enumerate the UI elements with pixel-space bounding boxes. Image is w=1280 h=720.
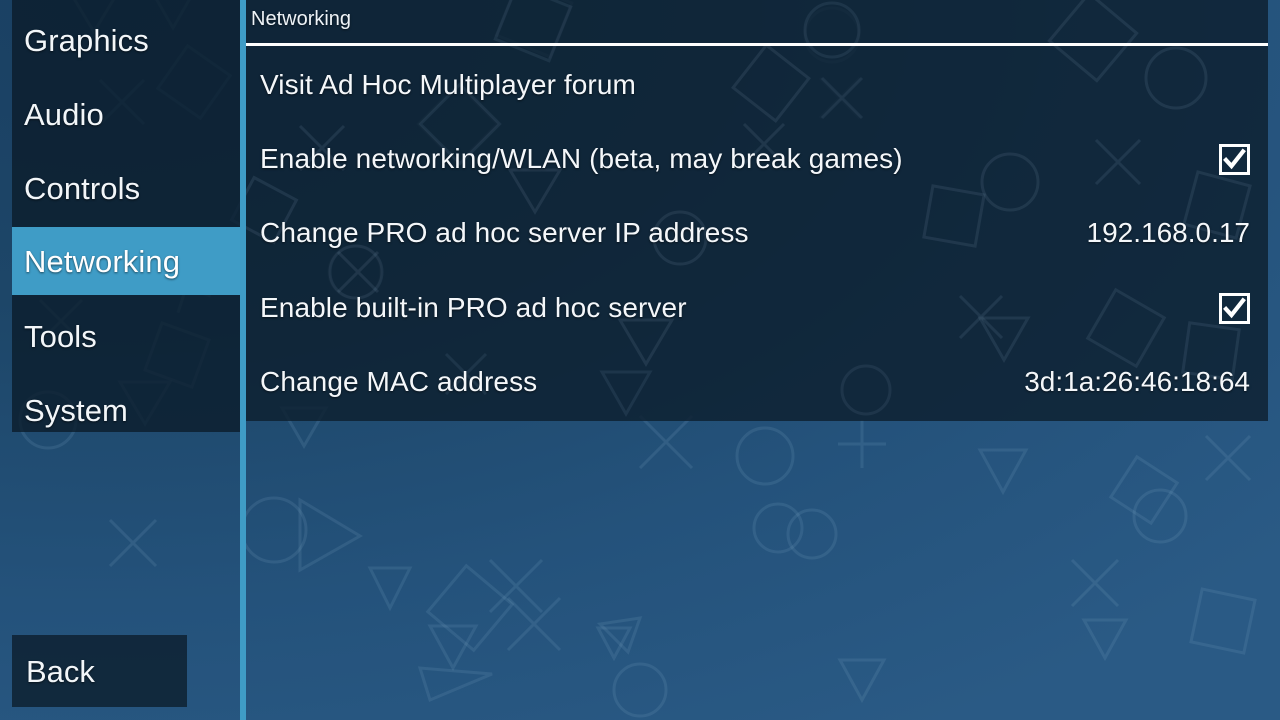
sidebar-item-label: Graphics <box>24 22 149 58</box>
back-button[interactable]: Back <box>12 635 187 707</box>
setting-label: Visit Ad Hoc Multiplayer forum <box>260 69 636 100</box>
sidebar-item-audio[interactable]: Audio <box>12 80 240 148</box>
networking-settings-panel: Networking Visit Ad Hoc Multiplayer foru… <box>246 0 1268 421</box>
sidebar-item-system[interactable]: System <box>12 376 240 444</box>
setting-row-enable-networking[interactable]: Enable networking/WLAN (beta, may break … <box>246 130 1268 188</box>
setting-label: Enable networking/WLAN (beta, may break … <box>260 143 903 174</box>
sidebar-item-tools[interactable]: Tools <box>12 302 240 370</box>
panel-header: Networking <box>246 0 1268 46</box>
sidebar-item-label: Tools <box>24 318 97 354</box>
sidebar-item-label: Networking <box>24 243 181 279</box>
checkbox-checked-icon[interactable] <box>1219 144 1250 175</box>
setting-row-pro-server-ip[interactable]: Change PRO ad hoc server IP address 192.… <box>246 204 1268 262</box>
header-rule <box>246 43 1268 46</box>
sidebar: Graphics Audio Controls Networking Tools… <box>12 0 240 432</box>
setting-label: Enable built-in PRO ad hoc server <box>260 292 687 323</box>
back-button-label: Back <box>26 653 95 689</box>
setting-label: Change PRO ad hoc server IP address <box>260 217 749 248</box>
sidebar-item-label: System <box>24 392 128 428</box>
checkbox-checked-icon[interactable] <box>1219 293 1250 324</box>
sidebar-item-label: Audio <box>24 96 104 132</box>
setting-label: Change MAC address <box>260 366 538 397</box>
sidebar-item-label: Controls <box>24 170 141 206</box>
setting-value: 192.168.0.17 <box>1086 217 1251 248</box>
sidebar-item-graphics[interactable]: Graphics <box>12 6 240 74</box>
sidebar-item-controls[interactable]: Controls <box>12 154 240 222</box>
settings-screen: Graphics Audio Controls Networking Tools… <box>0 0 1280 720</box>
setting-row-mac-address[interactable]: Change MAC address 3d:1a:26:46:18:64 <box>246 353 1268 411</box>
setting-row-enable-pro-server[interactable]: Enable built-in PRO ad hoc server <box>246 279 1268 337</box>
sidebar-item-networking[interactable]: Networking <box>12 227 240 295</box>
setting-row-visit-forum[interactable]: Visit Ad Hoc Multiplayer forum <box>246 56 1268 114</box>
page-title: Networking <box>251 8 352 30</box>
setting-value: 3d:1a:26:46:18:64 <box>1024 366 1250 397</box>
